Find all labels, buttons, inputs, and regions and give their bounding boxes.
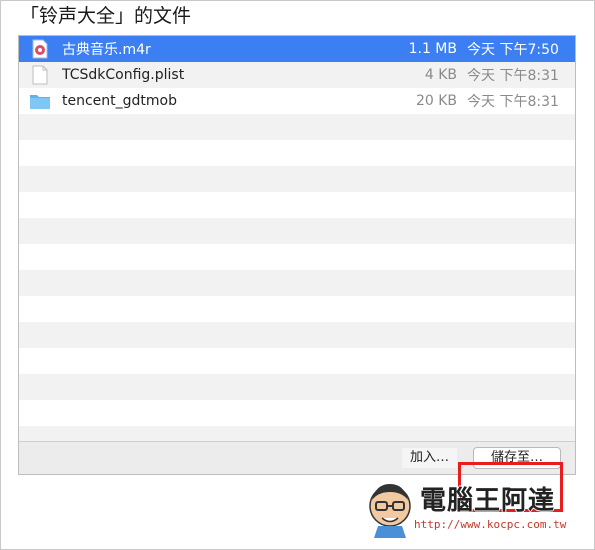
list-item[interactable]: tencent_gdtmob 20 KB 今天 下午8:31 [19, 88, 575, 114]
folder-icon [29, 91, 51, 111]
add-button[interactable]: 加入… [401, 448, 457, 468]
watermark: 電腦王阿達 http://www.kocpc.com.tw [364, 478, 574, 540]
file-date: 今天 下午7:50 [467, 42, 559, 58]
file-size: 4 KB [424, 67, 457, 83]
list-item[interactable]: TCSdkConfig.plist 4 KB 今天 下午8:31 [19, 62, 575, 88]
file-name: TCSdkConfig.plist [62, 67, 185, 83]
list-item[interactable]: 古典音乐.m4r 1.1 MB 今天 下午7:50 [19, 36, 575, 62]
music-file-icon [29, 39, 51, 59]
file-size: 20 KB [415, 93, 457, 109]
watermark-url: http://www.kocpc.com.tw [414, 518, 567, 531]
file-date: 今天 下午8:31 [467, 68, 559, 84]
file-date: 今天 下午8:31 [467, 94, 559, 110]
file-name: 古典音乐.m4r [62, 42, 151, 58]
file-size: 1.1 MB [408, 41, 457, 57]
watermark-brand: 電腦王阿達 [420, 486, 556, 516]
document-file-icon [29, 65, 51, 85]
file-list[interactable]: 古典音乐.m4r 1.1 MB 今天 下午7:50 TCSdkConfig.pl… [18, 35, 576, 475]
file-name: tencent_gdtmob [62, 93, 178, 109]
page-title: 「铃声大全」的文件 [20, 5, 192, 27]
mascot-icon [369, 484, 411, 538]
